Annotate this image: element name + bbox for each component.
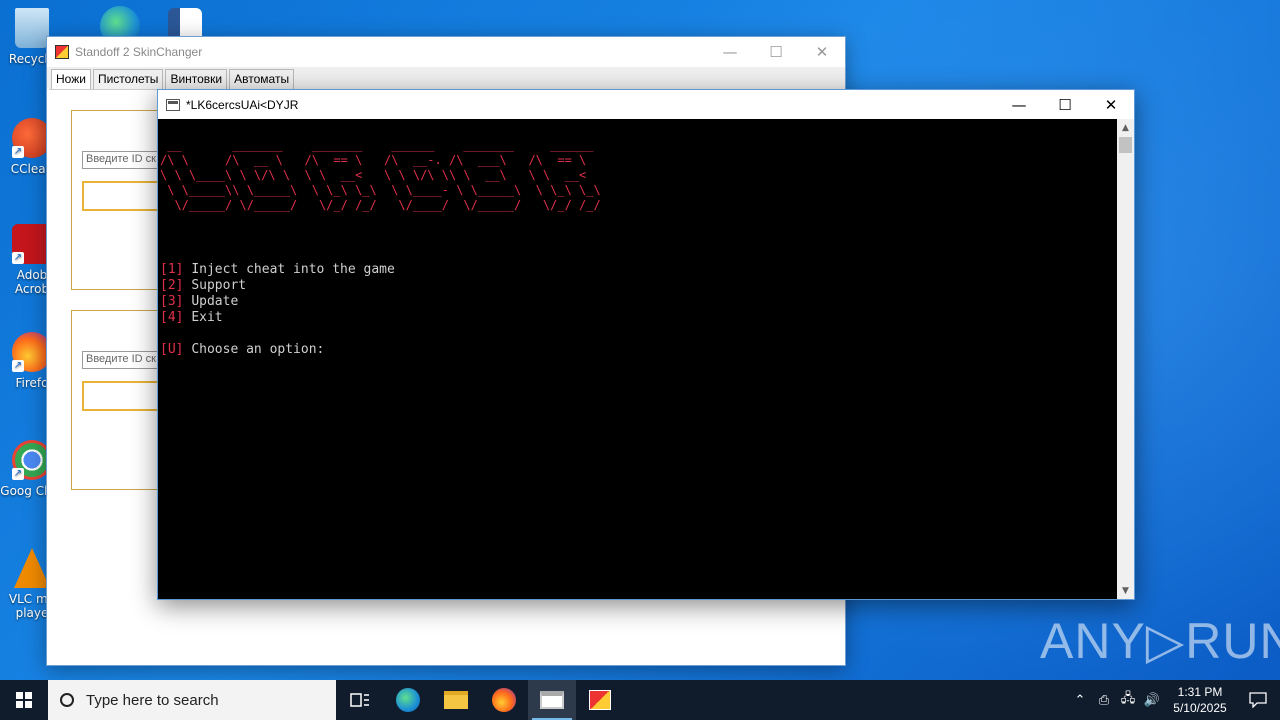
vlc-cone-icon [14, 548, 50, 588]
notification-button[interactable] [1236, 692, 1280, 708]
option-key: [2] [160, 278, 184, 293]
taskbar-file-explorer[interactable] [432, 680, 480, 720]
notification-icon [1249, 692, 1267, 708]
close-button[interactable]: ✕ [1088, 90, 1134, 120]
volume-icon[interactable]: 🔊 [1140, 692, 1164, 708]
close-button[interactable]: ✕ [799, 37, 845, 67]
search-placeholder: Type here to search [86, 691, 219, 709]
prompt-label: Choose an option: [191, 342, 325, 357]
shortcut-arrow-icon: ↗ [12, 252, 24, 264]
start-button[interactable] [0, 680, 48, 720]
clock[interactable]: 1:31 PM 5/10/2025 [1164, 684, 1236, 716]
taskbar-search[interactable]: Type here to search [48, 680, 336, 720]
menu-option: [1] Inject cheat into the game [160, 262, 1118, 278]
taskbar-skinchanger[interactable] [576, 680, 624, 720]
taskbar: Type here to search ⌃ ⎙ 🖧 🔊 1:31 PM 5/10… [0, 680, 1280, 720]
chevron-up-icon[interactable]: ⌃ [1068, 692, 1092, 708]
tab-pistols[interactable]: Пистолеты [92, 69, 164, 89]
clock-date: 5/10/2025 [1173, 701, 1227, 715]
skinchanger-titlebar[interactable]: Standoff 2 SkinChanger — ☐ ✕ [47, 37, 845, 67]
clock-time: 1:31 PM [1177, 685, 1223, 699]
console-output[interactable]: __ _______ _______ ______ _______ ______… [158, 119, 1118, 599]
windows-logo-icon [16, 692, 32, 708]
option-label: Support [191, 278, 247, 293]
minimize-button[interactable]: — [996, 90, 1042, 120]
anyrun-watermark: ANY▷RUN [1040, 613, 1280, 669]
tab-knives[interactable]: Ножи [51, 69, 91, 89]
app-icon [55, 45, 69, 59]
console-titlebar[interactable]: *LK6cercsUAi<DYJR — ☐ ✕ [158, 90, 1134, 119]
task-view-icon [350, 693, 369, 707]
maximize-button[interactable]: ☐ [753, 37, 799, 67]
tab-strip: Ножи Пистолеты Винтовки Автоматы [47, 67, 845, 89]
window-title: Standoff 2 SkinChanger [75, 45, 203, 59]
option-key: [4] [160, 310, 184, 325]
option-key: [1] [160, 262, 184, 277]
menu-option: [3] Update [160, 294, 1118, 310]
menu-option: [2] Support [160, 278, 1118, 294]
scroll-up-arrow-icon[interactable]: ▲ [1117, 119, 1134, 136]
menu-option: [4] Exit [160, 310, 1118, 326]
console-app-icon [540, 691, 564, 709]
taskbar-edge[interactable] [384, 680, 432, 720]
recycle-bin-icon [15, 8, 49, 48]
folder-icon [444, 691, 468, 709]
ascii-art-line: /\ \ /\ __ \ /\ == \ /\ __-. /\ ___\ /\ … [160, 153, 587, 167]
option-label: Update [191, 294, 239, 309]
system-tray: ⌃ ⎙ 🖧 🔊 1:31 PM 5/10/2025 [1068, 680, 1280, 720]
ascii-art-banner: __ _______ _______ ______ _______ ______… [160, 138, 1118, 213]
ascii-art-line: __ _______ _______ ______ _______ ______ [160, 138, 594, 152]
skinchanger-app-icon [589, 690, 611, 710]
shortcut-arrow-icon: ↗ [12, 468, 24, 480]
tab-rifles[interactable]: Винтовки [165, 69, 228, 89]
console-title: *LK6cercsUAi<DYJR [186, 97, 299, 112]
option-label: Exit [191, 310, 223, 325]
ascii-art-line: \ \ \____\ \ \/\ \ \ \ __< \ \ \/\ \\ \ … [160, 168, 587, 182]
taskbar-firefox[interactable] [480, 680, 528, 720]
scroll-thumb[interactable] [1119, 137, 1132, 153]
prompt-key: [U] [160, 342, 184, 357]
firefox-icon [492, 688, 516, 712]
ascii-art-line: \/_____/ \/_____/ \/_/ /_/ \/____/ \/___… [160, 198, 601, 212]
taskbar-console[interactable] [528, 680, 576, 720]
ascii-art-line: \ \_____\\ \_____\ \ \_\ \_\ \ \____- \ … [160, 183, 601, 197]
usb-device-icon[interactable]: ⎙ [1092, 692, 1116, 708]
shortcut-arrow-icon: ↗ [12, 360, 24, 372]
network-icon[interactable]: 🖧 [1116, 689, 1140, 711]
console-icon [166, 98, 180, 111]
edge-icon [396, 688, 420, 712]
console-scrollbar[interactable]: ▲ ▼ [1117, 119, 1134, 599]
task-view-button[interactable] [336, 680, 384, 720]
console-window: *LK6cercsUAi<DYJR — ☐ ✕ __ _______ _____… [157, 89, 1135, 600]
search-icon [60, 693, 74, 707]
minimize-button[interactable]: — [707, 37, 753, 67]
shortcut-arrow-icon: ↗ [12, 146, 24, 158]
option-key: [3] [160, 294, 184, 309]
maximize-button[interactable]: ☐ [1042, 90, 1088, 120]
scroll-down-arrow-icon[interactable]: ▼ [1117, 582, 1134, 599]
input-prompt: [U] Choose an option: [160, 342, 1118, 358]
option-label: Inject cheat into the game [191, 262, 395, 277]
tab-automatics[interactable]: Автоматы [229, 69, 295, 89]
